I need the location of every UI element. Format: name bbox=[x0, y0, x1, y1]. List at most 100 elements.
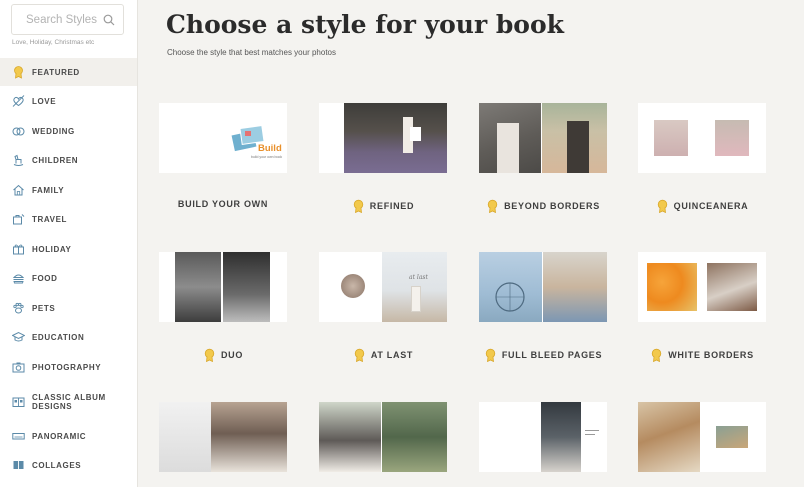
bw-kiss-photo bbox=[223, 252, 270, 322]
style-card-duo[interactable]: DUO bbox=[159, 252, 287, 367]
photo-caption-card bbox=[410, 127, 421, 141]
collage-icon bbox=[13, 461, 24, 469]
style-card-build-your-own[interactable]: Build build your own book BUILD YOUR OWN bbox=[159, 103, 287, 218]
sidebar-item-label: PETS bbox=[32, 303, 56, 313]
sidebar-item-collages[interactable]: COLLAGES bbox=[0, 451, 137, 479]
award-icon bbox=[485, 348, 496, 362]
style-card-beyond-borders[interactable]: BEYOND BORDERS bbox=[479, 103, 607, 218]
round-couple-photo bbox=[341, 274, 365, 298]
style-thumbnail bbox=[479, 252, 607, 322]
style-card-row3-2[interactable] bbox=[319, 402, 447, 472]
sidebar-item-label: LOVE bbox=[32, 96, 57, 106]
gift-icon bbox=[13, 244, 24, 255]
style-card-label: WHITE BORDERS bbox=[638, 348, 766, 362]
style-card-label: REFINED bbox=[319, 199, 447, 213]
sidebar-item-children[interactable]: CHILDREN bbox=[0, 146, 137, 174]
style-card-at-last[interactable]: at last AT LAST bbox=[319, 252, 447, 367]
suitcase-icon bbox=[13, 214, 25, 225]
search-input[interactable] bbox=[12, 5, 108, 34]
award-icon bbox=[651, 348, 662, 362]
style-thumbnail bbox=[638, 402, 766, 472]
page-title: Choose a style for your book bbox=[166, 10, 564, 39]
style-thumbnail bbox=[319, 103, 447, 173]
sidebar-item-label: TRAVEL bbox=[32, 214, 68, 224]
sidebar-item-pets[interactable]: PETS bbox=[0, 294, 137, 322]
at-last-script-text: at last bbox=[409, 274, 428, 281]
sidebar-item-panoramic[interactable]: PANORAMIC bbox=[0, 422, 137, 450]
style-card-row3-1[interactable] bbox=[159, 402, 287, 472]
search-box[interactable] bbox=[11, 4, 124, 35]
style-card-label: BUILD YOUR OWN bbox=[177, 199, 269, 209]
sidebar-item-wedding[interactable]: WEDDING bbox=[0, 117, 137, 145]
style-card-row3-3[interactable] bbox=[479, 402, 607, 472]
sidebar-item-education[interactable]: EDUCATION bbox=[0, 323, 137, 351]
beach-portrait-photo bbox=[638, 402, 700, 472]
small-couple-photo bbox=[716, 426, 748, 448]
style-card-refined[interactable]: REFINED bbox=[319, 103, 447, 218]
sidebar-item-label: HOLIDAY bbox=[32, 244, 72, 254]
rocking-horse-icon bbox=[13, 154, 24, 166]
sidebar-item-food[interactable]: FOOD bbox=[0, 264, 137, 292]
sidebar-item-label: COLLAGES bbox=[32, 460, 82, 470]
faded-couple-photo bbox=[159, 402, 211, 472]
sidebar-item-classic-album-designs[interactable]: CLASSIC ALBUM DESIGNS bbox=[0, 387, 137, 417]
award-icon bbox=[657, 199, 667, 213]
sidebar-item-label: FEATURED bbox=[32, 67, 80, 77]
heart-arrow-icon bbox=[12, 95, 25, 107]
panorama-icon bbox=[12, 433, 25, 440]
sidebar-item-label: FOOD bbox=[32, 273, 58, 283]
sidebar-item-label: FAMILY bbox=[32, 185, 65, 195]
sidebar-item-label: WEDDING bbox=[32, 126, 75, 136]
groom-bride-photo bbox=[211, 402, 287, 472]
search-hint: Love, Holiday, Christmas etc bbox=[12, 39, 95, 46]
sidebar-item-featured[interactable]: FEATURED bbox=[0, 58, 137, 86]
build-thumb-subtext: build your own book bbox=[251, 155, 283, 159]
style-card-quinceanera[interactable]: QUINCEANERA bbox=[638, 103, 766, 218]
sidebar-item-holiday[interactable]: HOLIDAY bbox=[0, 235, 137, 263]
text-line bbox=[585, 430, 599, 431]
bride-figure bbox=[497, 123, 519, 173]
style-card-label: FULL BLEED PAGES bbox=[479, 348, 607, 362]
couple-embrace-figure bbox=[567, 121, 589, 173]
sidebar-item-travel[interactable]: TRAVEL bbox=[0, 205, 137, 233]
style-thumbnail bbox=[159, 402, 287, 472]
style-thumbnail bbox=[159, 252, 287, 322]
style-card-label: AT LAST bbox=[319, 348, 447, 362]
style-thumbnail bbox=[479, 402, 607, 472]
paw-icon bbox=[13, 302, 24, 314]
award-icon bbox=[204, 348, 215, 362]
sidebar-item-label: PHOTOGRAPHY bbox=[32, 362, 102, 372]
burger-icon bbox=[12, 274, 25, 284]
sidebar-item-label: CHILDREN bbox=[32, 155, 79, 165]
sidebar-item-photography[interactable]: PHOTOGRAPHY bbox=[0, 353, 137, 381]
sidebar-item-label: PANORAMIC bbox=[32, 431, 87, 441]
couple-doorway-photo bbox=[541, 402, 581, 472]
style-thumbnail bbox=[638, 103, 766, 173]
search-icon[interactable] bbox=[103, 14, 115, 26]
album-icon bbox=[12, 397, 25, 407]
build-thumb-text: Build bbox=[258, 143, 282, 154]
sidebar-item-love[interactable]: LOVE bbox=[0, 87, 137, 115]
portrait-photo bbox=[543, 252, 607, 322]
award-icon bbox=[354, 348, 365, 362]
rings-icon bbox=[12, 127, 25, 136]
style-thumbnail bbox=[479, 103, 607, 173]
quinceanera-photo-left bbox=[654, 120, 688, 156]
award-icon bbox=[14, 66, 23, 79]
style-card-label: BEYOND BORDERS bbox=[479, 199, 607, 213]
sidebar-item-family[interactable]: FAMILY bbox=[0, 176, 137, 204]
house-icon bbox=[13, 184, 24, 196]
graduation-cap-icon bbox=[12, 331, 25, 342]
bride-figure bbox=[411, 286, 421, 312]
couple-close-photo bbox=[319, 402, 381, 472]
page-subtitle: Choose the style that best matches your … bbox=[167, 48, 336, 57]
ferris-wheel-graphic bbox=[495, 282, 525, 312]
award-icon bbox=[353, 199, 363, 213]
style-card-full-bleed-pages[interactable]: FULL BLEED PAGES bbox=[479, 252, 607, 367]
style-thumbnail bbox=[319, 402, 447, 472]
quinceanera-photo-right bbox=[715, 120, 749, 156]
style-card-white-borders[interactable]: WHITE BORDERS bbox=[638, 252, 766, 367]
style-card-row3-4[interactable] bbox=[638, 402, 766, 472]
sidebar-item-label: CLASSIC ALBUM DESIGNS bbox=[32, 393, 106, 411]
sidebar: Love, Holiday, Christmas etc FEATURED LO… bbox=[0, 0, 138, 487]
